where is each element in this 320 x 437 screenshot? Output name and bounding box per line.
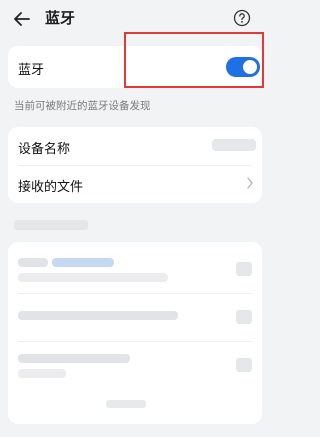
device-name-row[interactable]: 设备名称	[8, 127, 262, 166]
blurred-text	[18, 369, 66, 378]
chevron-right-icon	[246, 177, 254, 192]
device-list-card	[8, 242, 262, 424]
received-files-label: 接收的文件	[18, 180, 84, 195]
blurred-text	[18, 258, 48, 267]
item-trailing-icon-blurred	[236, 358, 252, 372]
page-title: 蓝牙	[45, 9, 76, 27]
bluetooth-label: 蓝牙	[18, 63, 45, 78]
item-trailing-icon-blurred	[236, 262, 252, 276]
question-circle-icon[interactable]	[233, 9, 251, 27]
device-name-value-blurred	[212, 139, 256, 151]
device-list-item[interactable]	[8, 342, 262, 390]
blurred-text	[52, 258, 114, 267]
highlight-annotation	[124, 32, 264, 88]
device-list-item[interactable]	[8, 246, 262, 294]
blurred-text	[106, 400, 146, 408]
device-name-label: 设备名称	[18, 142, 71, 157]
received-files-row[interactable]: 接收的文件	[8, 165, 262, 203]
blurred-text	[18, 273, 168, 282]
blurred-text	[18, 311, 178, 320]
section-title-blurred	[14, 220, 88, 230]
arrow-left-icon[interactable]	[12, 9, 32, 29]
discoverable-note: 当前可被附近的蓝牙设备发现	[14, 100, 151, 112]
device-list-item[interactable]	[8, 294, 262, 342]
device-info-card: 设备名称 接收的文件	[8, 127, 262, 203]
item-trailing-icon-blurred	[236, 310, 252, 324]
blurred-text	[18, 354, 130, 363]
